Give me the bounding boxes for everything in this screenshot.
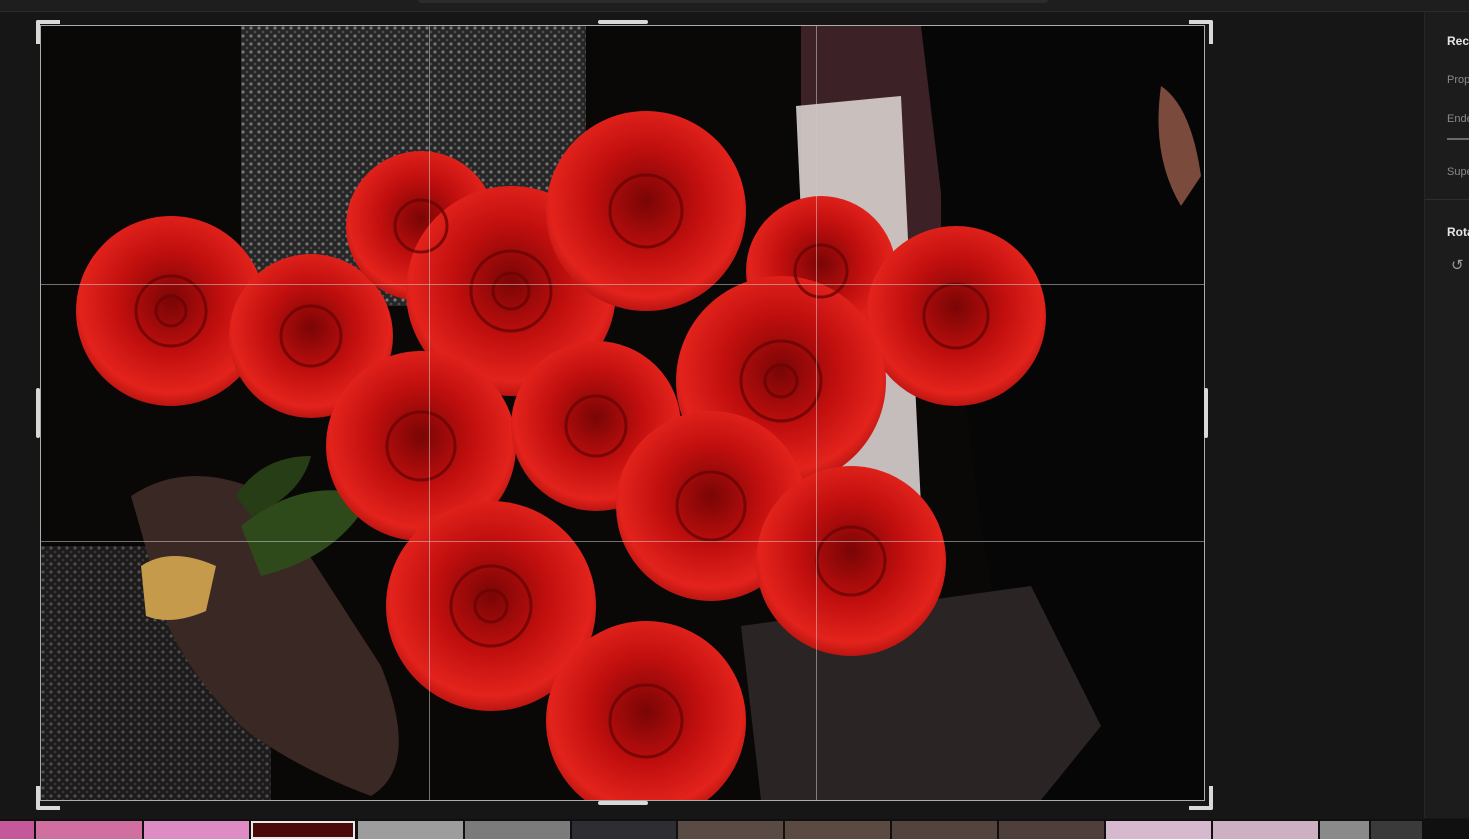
filmstrip-thumbnail[interactable] xyxy=(144,821,249,839)
grid-line-vertical-1 xyxy=(429,26,430,800)
filmstrip-thumbnail[interactable] xyxy=(892,821,997,839)
grid-line-horizontal-1 xyxy=(41,284,1204,285)
filmstrip-thumbnail[interactable] xyxy=(785,821,890,839)
crop-settings-panel: Rec Prop Ende Supe Rota ↺ xyxy=(1424,12,1469,818)
filmstrip-thumbnail[interactable] xyxy=(358,821,463,839)
photo-preview[interactable] xyxy=(41,26,1204,800)
filmstrip-thumbnail[interactable] xyxy=(0,821,34,839)
filmstrip-thumbnail[interactable] xyxy=(1371,821,1422,839)
rose-bouquet-image xyxy=(41,26,1204,800)
filmstrip-thumbnail-selected[interactable] xyxy=(251,821,355,839)
crop-handle-bottom[interactable] xyxy=(598,801,648,805)
crop-handle-left[interactable] xyxy=(36,388,40,438)
filmstrip-thumbnail[interactable] xyxy=(678,821,783,839)
top-tab-strip[interactable] xyxy=(418,0,1048,3)
superimpose-label[interactable]: Supe xyxy=(1447,166,1469,178)
grid-line-vertical-2 xyxy=(816,26,817,800)
rotate-ccw-icon[interactable]: ↺ xyxy=(1451,258,1467,274)
crop-handle-top[interactable] xyxy=(598,20,648,24)
top-bar xyxy=(0,0,1469,12)
filmstrip-thumbnail[interactable] xyxy=(465,821,570,839)
crop-handle-top-left[interactable] xyxy=(36,20,60,44)
filmstrip-thumbnail[interactable] xyxy=(36,821,142,839)
filmstrip-thumbnail[interactable] xyxy=(999,821,1104,839)
filmstrip xyxy=(0,819,1469,839)
crop-handle-top-right[interactable] xyxy=(1189,20,1213,44)
crop-handle-bottom-left[interactable] xyxy=(36,786,60,810)
crop-handle-right[interactable] xyxy=(1204,388,1208,438)
grid-line-horizontal-2 xyxy=(41,541,1204,542)
straighten-label[interactable]: Ende xyxy=(1447,113,1469,125)
filmstrip-thumbnail[interactable] xyxy=(1106,821,1211,839)
panel-divider xyxy=(1425,199,1469,200)
filmstrip-thumbnail[interactable] xyxy=(572,821,676,839)
filmstrip-thumbnail[interactable] xyxy=(1213,821,1318,839)
section-title-crop: Rec xyxy=(1447,34,1469,48)
filmstrip-thumbnail[interactable] xyxy=(1320,821,1369,839)
section-title-rotate: Rota xyxy=(1447,225,1469,239)
straighten-slider[interactable] xyxy=(1447,138,1469,140)
crop-handle-bottom-right[interactable] xyxy=(1189,786,1213,810)
proportion-label[interactable]: Prop xyxy=(1447,74,1469,86)
